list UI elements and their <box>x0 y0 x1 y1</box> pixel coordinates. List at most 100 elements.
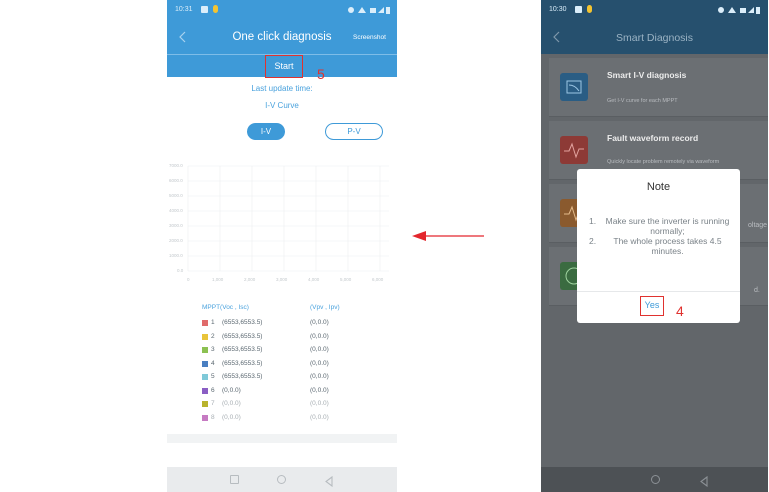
legend-swatch <box>202 387 208 394</box>
page-title: Smart Diagnosis <box>615 32 694 44</box>
mppt-row: 7 (0,0.0) (0,0.0) <box>202 399 392 413</box>
mppt-voc-isc: (0,0.0) <box>222 413 241 421</box>
legend-swatch <box>202 414 208 421</box>
mppt-index: 3 <box>211 346 215 353</box>
y-tick: 4000.0 <box>169 208 183 213</box>
notification-icon <box>201 6 208 13</box>
mppt-vpv-ipv: (0,0.0) <box>310 346 329 353</box>
legend-swatch <box>202 374 208 380</box>
mppt-index: 5 <box>211 373 215 380</box>
dialog-item-text: The whole process takes 4.5 minutes. <box>613 236 722 256</box>
card-subtitle: Get I-V curve for each MPPT <box>607 98 678 104</box>
legend-swatch <box>202 401 208 407</box>
note-dialog: Note 1. Make sure the inverter is runnin… <box>577 169 740 323</box>
status-bar: 10:30 <box>541 0 768 22</box>
legend-swatch <box>202 347 208 353</box>
mppt-row: 1 (6553,6553.5) (0,0.0) <box>202 318 392 332</box>
legend-swatch <box>202 333 208 340</box>
card-title: Smart I-V diagnosis <box>607 70 687 80</box>
status-icons <box>347 5 391 15</box>
notification-icon <box>575 6 582 13</box>
mppt-voc-isc: (6553,6553.5) <box>222 359 263 367</box>
mppt-index: 2 <box>211 332 215 340</box>
card-smart-iv[interactable]: Smart I-V diagnosis Get I-V curve for ea… <box>549 58 768 117</box>
notification-icon <box>213 5 218 13</box>
mppt-voc-isc: (0,0.0) <box>222 400 241 407</box>
x-tick: 6,000 <box>372 277 384 282</box>
mppt-vpv-ipv: (0,0.0) <box>310 373 329 380</box>
mppt-vpv-ipv: (0,0.0) <box>310 413 329 421</box>
mppt-row: 3 (6553,6553.5) (0,0.0) <box>202 345 392 359</box>
mppt-index: 1 <box>211 319 215 326</box>
mppt-row: 5 (6553,6553.5) (0,0.0) <box>202 372 392 386</box>
card-subtitle: Quickly locate problem remotely via wave… <box>607 159 720 165</box>
y-tick: 2000.0 <box>169 238 183 243</box>
mppt-index: 7 <box>211 400 215 407</box>
step-number-5: 5 <box>317 66 325 82</box>
y-tick: 5000.0 <box>169 193 183 198</box>
tab-iv[interactable]: I-V <box>247 123 285 140</box>
y-tick: 1000.0 <box>169 253 183 258</box>
recents-icon[interactable] <box>603 475 612 484</box>
annotation-arrow <box>412 229 484 241</box>
dialog-item-num: 2. <box>589 236 597 246</box>
mppt-header-voc-isc: MPPT(Voc , Isc) <box>202 304 249 311</box>
last-update-label: Last update time: <box>251 84 313 93</box>
back-nav-icon[interactable] <box>699 474 709 488</box>
curve-title: I-V Curve <box>265 101 299 110</box>
notification-icon <box>587 5 592 13</box>
mppt-header-vpv-ipv: (Vpv , Ipv) <box>310 304 340 311</box>
dialog-divider <box>577 291 740 292</box>
dialog-item: 2. The whole process takes 4.5 minutes. <box>589 236 734 256</box>
mppt-row: 4 (6553,6553.5) (0,0.0) <box>202 359 392 373</box>
start-button[interactable]: Start <box>265 55 303 78</box>
app-header: One click diagnosis Screenshot <box>167 22 397 54</box>
card-side-text: oltage <box>748 222 768 229</box>
x-tick: 5,000 <box>340 277 352 282</box>
y-tick: 7000.0 <box>169 163 183 168</box>
x-tick: 2,000 <box>244 277 256 282</box>
yes-button[interactable]: Yes <box>640 296 664 316</box>
y-tick: 0.0 <box>177 268 184 273</box>
home-icon[interactable] <box>651 475 660 484</box>
mppt-row: 2 (6553,6553.5) (0,0.0) <box>202 332 392 346</box>
dialog-title: Note <box>646 181 671 193</box>
mppt-voc-isc: (6553,6553.5) <box>222 373 263 380</box>
back-nav-icon[interactable] <box>324 474 334 488</box>
mppt-list: 1 (6553,6553.5) (0,0.0) 2 (6553,6553.5) … <box>202 318 392 426</box>
chart-grid <box>187 165 389 272</box>
y-tick: 3000.0 <box>169 223 183 228</box>
dialog-item-text: Make sure the inverter is running normal… <box>605 216 730 236</box>
status-time: 10:30 <box>549 6 567 13</box>
app-header: Smart Diagnosis <box>541 22 768 54</box>
status-bar: 10:31 <box>167 0 397 22</box>
mppt-vpv-ipv: (0,0.0) <box>310 332 329 340</box>
mppt-voc-isc: (6553,6553.5) <box>222 319 263 326</box>
android-nav-bar <box>541 467 768 492</box>
tab-pv[interactable]: P-V <box>325 123 383 140</box>
mppt-index: 8 <box>211 413 215 421</box>
dialog-item-num: 1. <box>589 216 597 226</box>
status-icons <box>717 5 761 15</box>
recents-icon[interactable] <box>230 475 239 484</box>
legend-swatch <box>202 360 208 367</box>
home-icon[interactable] <box>277 475 286 484</box>
x-tick: 0 <box>187 277 190 282</box>
mppt-voc-isc: (6553,6553.5) <box>222 332 263 340</box>
x-tick: 1,000 <box>212 277 224 282</box>
mppt-index: 4 <box>211 359 215 367</box>
dialog-item: 1. Make sure the inverter is running nor… <box>589 216 734 236</box>
iv-chart-icon <box>560 73 588 101</box>
step-number-4: 4 <box>676 303 684 319</box>
card-title: Fault waveform record <box>607 133 699 143</box>
x-tick: 3,000 <box>276 277 288 282</box>
y-tick: 6000.0 <box>169 178 183 183</box>
status-time: 10:31 <box>175 6 193 13</box>
legend-swatch <box>202 320 208 326</box>
right-phone-screen: 10:30 Smart Diagnosis Smart I-V diagnosi… <box>541 0 768 492</box>
card-side-text: d. <box>754 287 760 294</box>
screenshot-button[interactable]: Screenshot <box>353 34 386 41</box>
list-bottom-strip <box>167 434 397 443</box>
android-nav-bar <box>167 467 397 492</box>
mppt-voc-isc: (6553,6553.5) <box>222 346 263 353</box>
